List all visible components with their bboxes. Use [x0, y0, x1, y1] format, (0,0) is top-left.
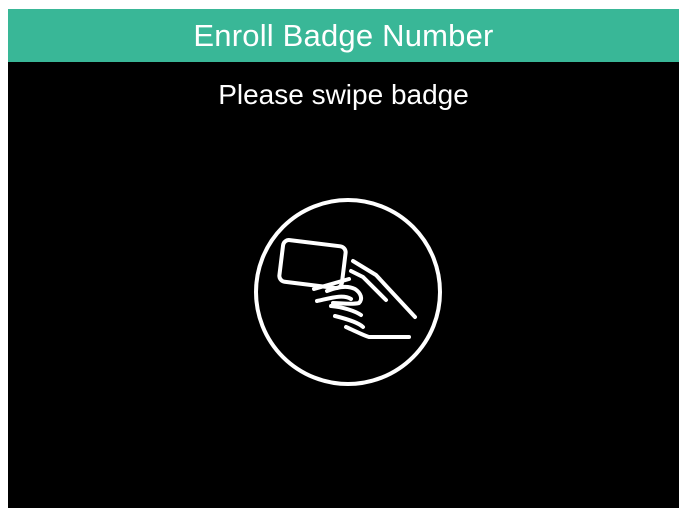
kiosk-frame: Enroll Badge Number Please swipe badge — [0, 0, 679, 516]
hand-outline — [349, 259, 417, 319]
badge-swipe-icon — [251, 195, 445, 389]
icon-ring — [254, 198, 442, 386]
page-title: Enroll Badge Number — [193, 17, 494, 53]
swipe-prompt: Please swipe badge — [218, 79, 469, 110]
header-bar: Enroll Badge Number — [8, 9, 679, 62]
enroll-screen: Enroll Badge Number Please swipe badge — [8, 9, 679, 508]
